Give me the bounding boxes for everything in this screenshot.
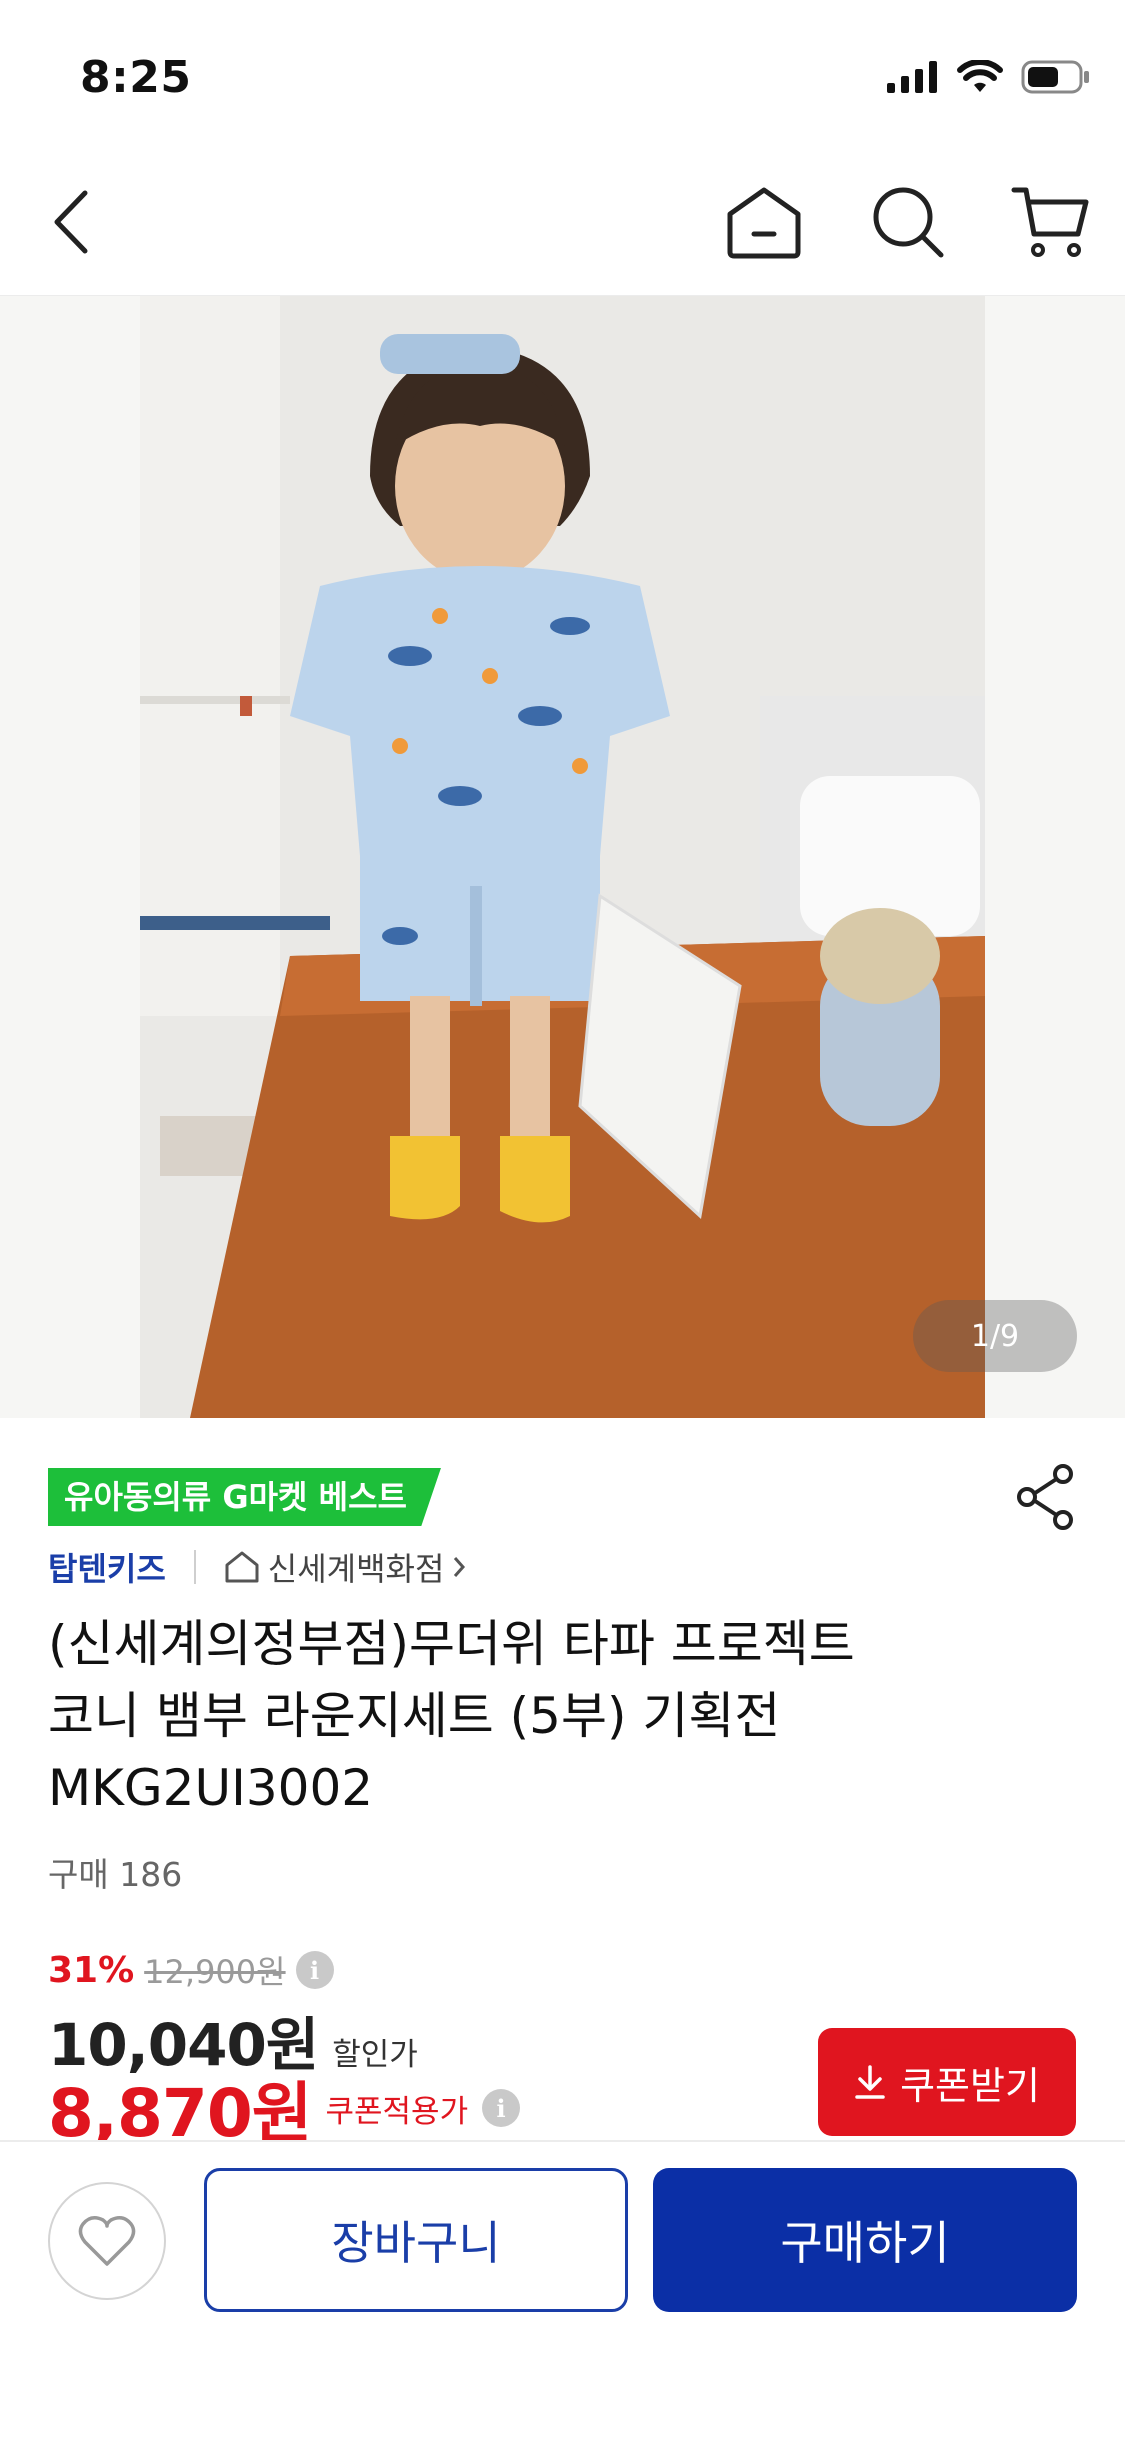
- battery-icon: [1021, 60, 1089, 94]
- share-icon: [1017, 1464, 1073, 1530]
- price-block: 31% 12,900원 i 10,040원 할인가 8,870원 쿠폰적용가 i: [48, 1942, 521, 2152]
- purchase-count: 구매 186: [48, 1855, 183, 1894]
- back-button[interactable]: [30, 180, 114, 264]
- store-home-icon: [225, 1551, 259, 1583]
- home-icon: [727, 187, 801, 259]
- store-link[interactable]: 신세계백화점: [224, 1544, 467, 1590]
- store-name: 신세계백화점: [267, 1550, 445, 1588]
- cart-icon: [1011, 187, 1089, 257]
- brand-link[interactable]: 탑텐키즈: [48, 1544, 166, 1590]
- get-coupon-label: 쿠폰받기: [900, 2063, 1040, 2108]
- status-time: 8:25: [80, 52, 192, 103]
- brand-row: 탑텐키즈 신세계백화점: [48, 1542, 466, 1592]
- signal-icon: [887, 61, 937, 93]
- search-icon: [873, 187, 944, 258]
- image-counter: 1/9: [913, 1300, 1077, 1372]
- top-navigation: [0, 150, 1125, 297]
- bottom-action-bar: 장바구니 구매하기: [0, 2140, 1125, 2438]
- get-coupon-button[interactable]: 쿠폰받기: [818, 2028, 1076, 2136]
- product-title: (신세계의정부점)무더위 타파 프로젝트 코니 뱀부 라운지세트 (5부) 기획…: [48, 1615, 855, 1817]
- original-price: 12,900원: [144, 1953, 286, 1991]
- discount-rate: 31%: [48, 1949, 135, 1991]
- search-button[interactable]: [866, 180, 950, 264]
- product-image-gallery[interactable]: 1/9: [0, 296, 1125, 1418]
- price-info-icon[interactable]: i: [295, 1951, 334, 1989]
- heart-icon: [78, 2216, 136, 2266]
- discount-row: 31% 12,900원 i: [48, 1942, 520, 1998]
- download-icon: [855, 2065, 885, 2099]
- sale-row: 10,040원 할인가: [48, 1998, 520, 2079]
- wifi-icon: [957, 60, 1003, 92]
- divider: [193, 1550, 196, 1584]
- status-icons: [887, 60, 1091, 94]
- sale-label: 할인가: [332, 2037, 418, 2073]
- coupon-label: 쿠폰적용가: [325, 2093, 469, 2130]
- coupon-row: 8,870원 쿠폰적용가 i: [48, 2068, 521, 2152]
- status-bar: 8:25: [0, 0, 1125, 150]
- cart-nav-button[interactable]: [1008, 180, 1092, 264]
- best-badge: 유아동의류 G마켓 베스트: [48, 1468, 441, 1526]
- wishlist-button[interactable]: [48, 2182, 166, 2300]
- chevron-left-icon: [54, 190, 88, 254]
- chevron-right-icon: [454, 1557, 466, 1577]
- home-button[interactable]: [722, 180, 806, 264]
- share-button[interactable]: [1011, 1462, 1081, 1532]
- add-to-cart-button[interactable]: 장바구니: [204, 2168, 628, 2312]
- coupon-info-icon[interactable]: i: [482, 2089, 521, 2127]
- buy-now-button[interactable]: 구매하기: [653, 2168, 1077, 2312]
- product-photo: [140, 296, 985, 1418]
